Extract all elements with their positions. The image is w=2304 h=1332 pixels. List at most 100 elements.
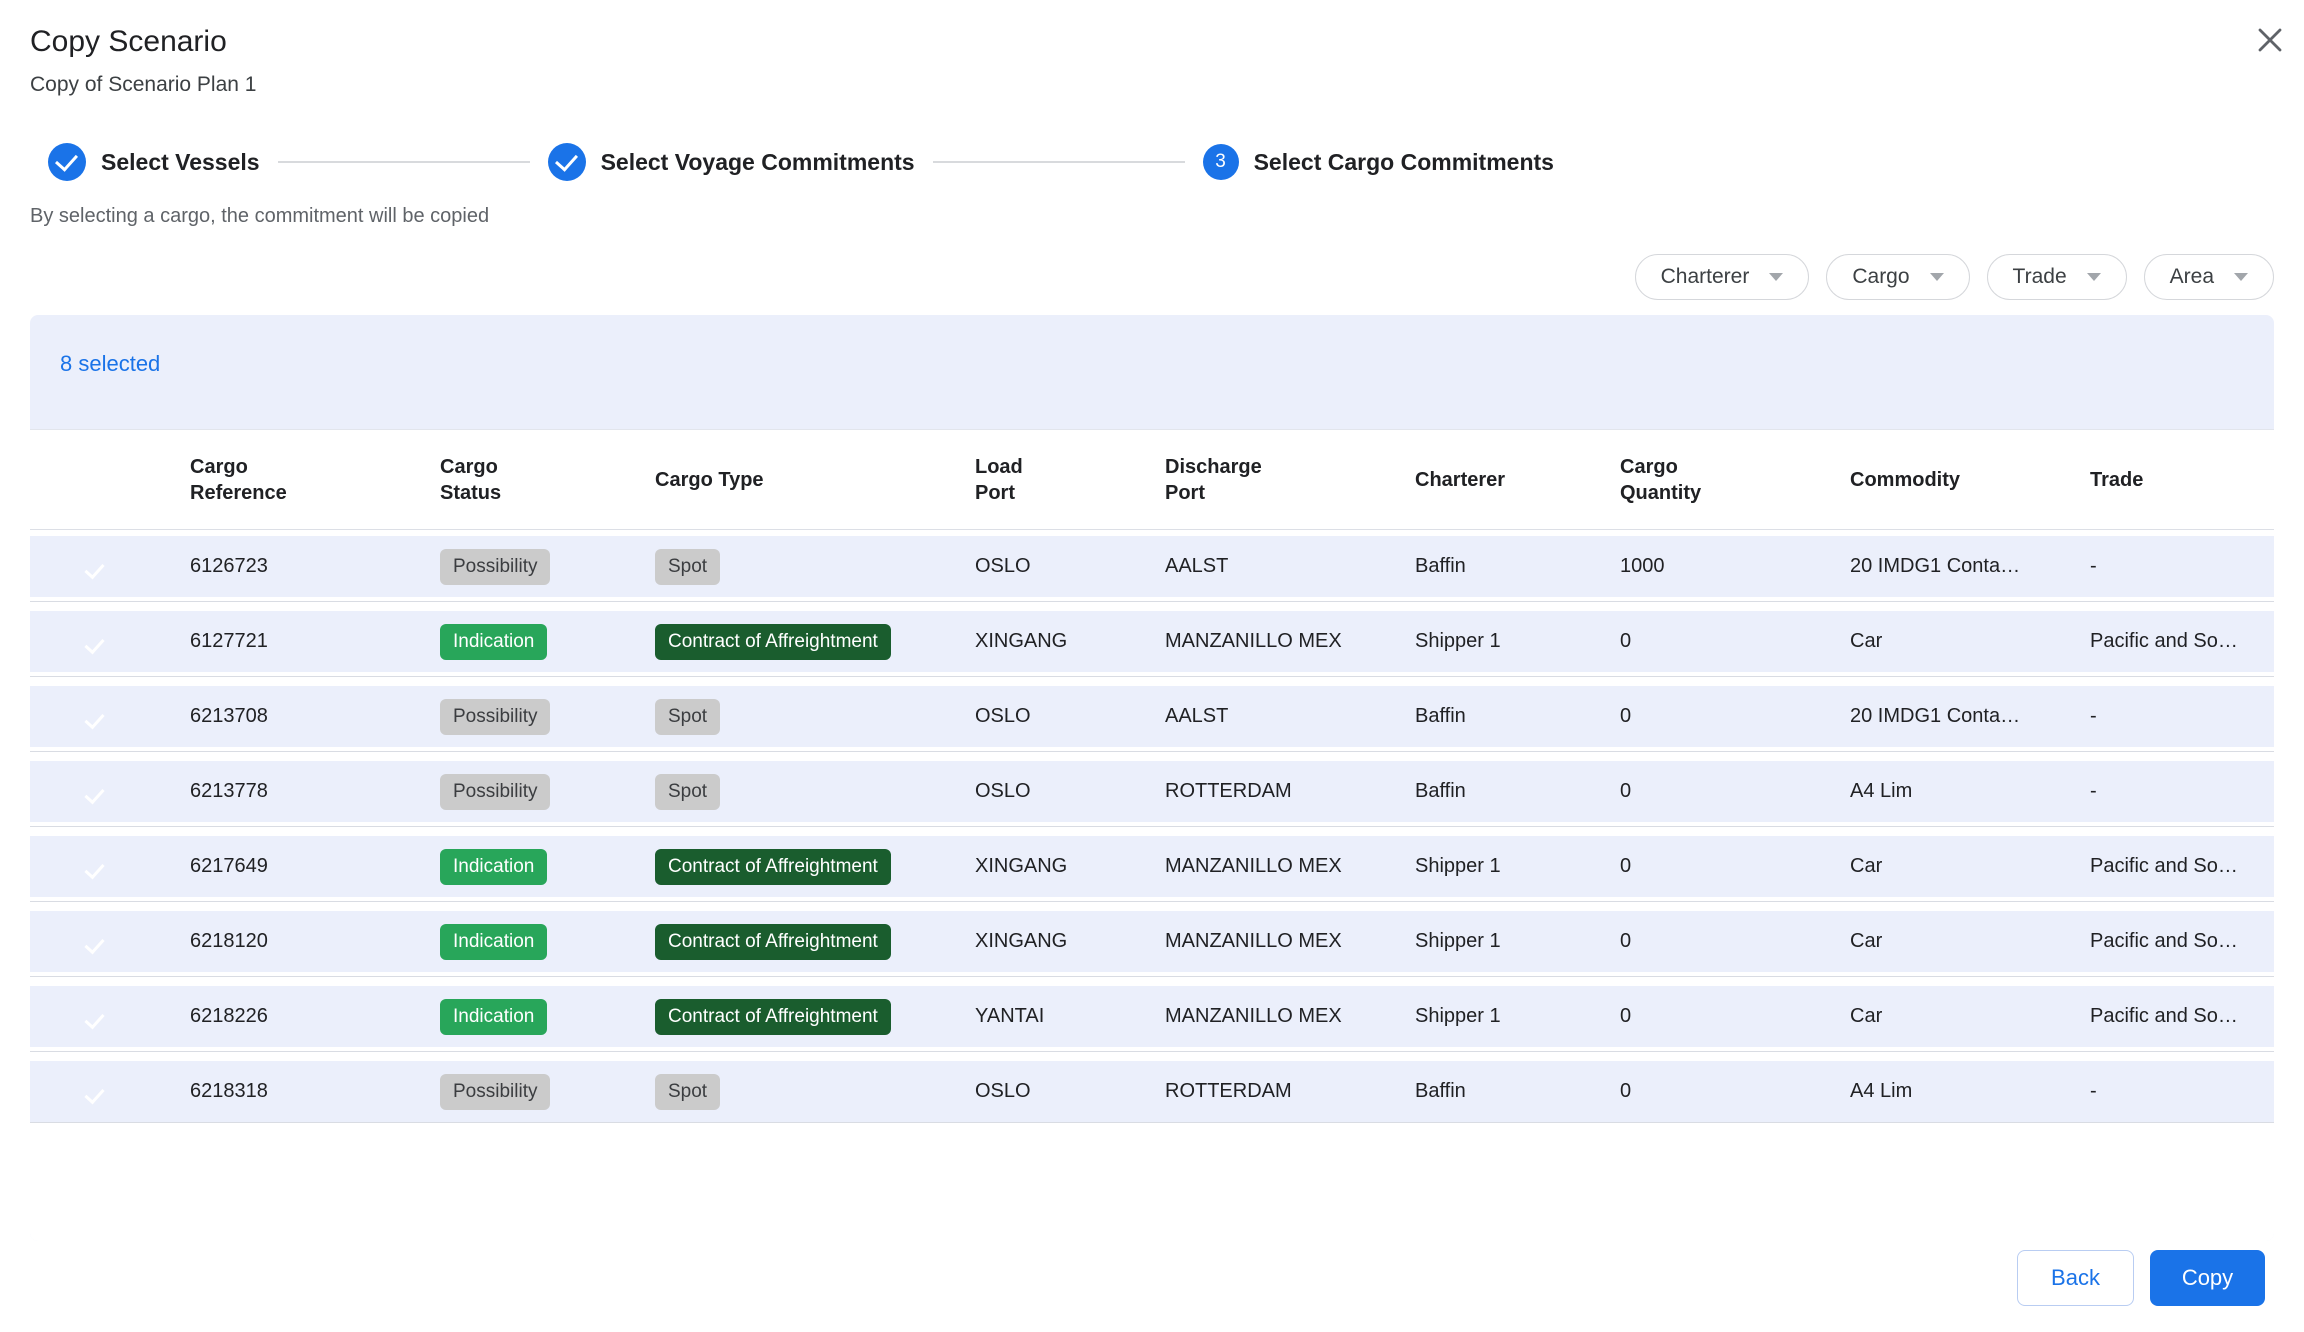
cargo-filter-dropdown[interactable]: Cargo bbox=[1826, 254, 1969, 300]
area-filter-dropdown[interactable]: Area bbox=[2144, 254, 2274, 300]
cargo-quantity-cell: 0 bbox=[1620, 705, 1850, 728]
cargo-reference-cell: 6218120 bbox=[190, 930, 440, 953]
cargo-quantity-cell: 0 bbox=[1620, 930, 1850, 953]
filter-label: Area bbox=[2170, 265, 2214, 289]
filter-bar: Charterer Cargo Trade Area bbox=[0, 254, 2274, 300]
column-header-cargo-status: Cargo Status bbox=[440, 454, 655, 506]
cargo-reference-cell: 6217649 bbox=[190, 855, 440, 878]
load-port-cell: XINGANG bbox=[975, 630, 1165, 653]
cargo-status-chip: Indication bbox=[440, 849, 547, 885]
stepper: Select Vessels Select Voyage Commitments… bbox=[48, 143, 2304, 181]
table-row[interactable]: 6126723 Possibility Spot OSLO AALST Baff… bbox=[30, 536, 2274, 597]
trade-cell: Pacific and So… bbox=[2090, 930, 2274, 953]
charterer-filter-dropdown[interactable]: Charterer bbox=[1635, 254, 1810, 300]
commodity-cell: 20 IMDG1 Conta… bbox=[1850, 705, 2090, 728]
row-separator bbox=[30, 747, 2274, 761]
cargo-type-chip: Spot bbox=[655, 1074, 720, 1110]
column-header-load-port: Load Port bbox=[975, 454, 1165, 506]
cargo-type-chip: Contract of Affreightment bbox=[655, 849, 891, 885]
column-header-discharge-port: Discharge Port bbox=[1165, 454, 1415, 506]
load-port-cell: OSLO bbox=[975, 555, 1165, 578]
trade-filter-dropdown[interactable]: Trade bbox=[1987, 254, 2127, 300]
chevron-down-icon bbox=[1930, 273, 1944, 281]
filter-label: Charterer bbox=[1661, 265, 1750, 289]
step-completed-check-icon bbox=[548, 143, 586, 181]
table-row[interactable]: 6218318 Possibility Spot OSLO ROTTERDAM … bbox=[30, 1061, 2274, 1122]
commodity-cell: Car bbox=[1850, 1005, 2090, 1028]
commodity-cell: A4 Lim bbox=[1850, 780, 2090, 803]
cargo-status-chip: Possibility bbox=[440, 1074, 550, 1110]
trade-cell: - bbox=[2090, 555, 2274, 578]
chevron-down-icon bbox=[2234, 273, 2248, 281]
step-select-cargo-commitments[interactable]: 3 Select Cargo Commitments bbox=[1203, 144, 1554, 180]
discharge-port-cell: AALST bbox=[1165, 705, 1415, 728]
cargo-type-chip: Contract of Affreightment bbox=[655, 624, 891, 660]
cargo-status-chip: Indication bbox=[440, 999, 547, 1035]
charterer-cell: Shipper 1 bbox=[1415, 1005, 1620, 1028]
cargo-status-chip: Indication bbox=[440, 624, 547, 660]
stepper-connector bbox=[933, 161, 1185, 163]
discharge-port-cell: MANZANILLO MEX bbox=[1165, 930, 1415, 953]
back-button[interactable]: Back bbox=[2017, 1250, 2134, 1306]
cargo-status-chip: Possibility bbox=[440, 549, 550, 585]
selection-summary-bar: 8 selected bbox=[30, 315, 2274, 429]
charterer-cell: Baffin bbox=[1415, 1080, 1620, 1103]
cargo-type-chip: Contract of Affreightment bbox=[655, 999, 891, 1035]
discharge-port-cell: ROTTERDAM bbox=[1165, 1080, 1415, 1103]
table-footer-spacer bbox=[30, 1122, 2274, 1241]
cargo-type-chip: Spot bbox=[655, 699, 720, 735]
row-separator bbox=[30, 972, 2274, 986]
step-label: Select Cargo Commitments bbox=[1254, 149, 1554, 176]
table-body: 6126723 Possibility Spot OSLO AALST Baff… bbox=[30, 530, 2274, 1122]
column-header-commodity: Commodity bbox=[1850, 467, 2090, 493]
table-row[interactable]: 6127721 Indication Contract of Affreight… bbox=[30, 611, 2274, 672]
cargo-reference-cell: 6213708 bbox=[190, 705, 440, 728]
discharge-port-cell: MANZANILLO MEX bbox=[1165, 1005, 1415, 1028]
discharge-port-cell: AALST bbox=[1165, 555, 1415, 578]
table-row[interactable]: 6213778 Possibility Spot OSLO ROTTERDAM … bbox=[30, 761, 2274, 822]
discharge-port-cell: MANZANILLO MEX bbox=[1165, 630, 1415, 653]
cargo-quantity-cell: 0 bbox=[1620, 780, 1850, 803]
commodity-cell: Car bbox=[1850, 630, 2090, 653]
step-label: Select Voyage Commitments bbox=[601, 149, 915, 176]
row-separator bbox=[30, 1047, 2274, 1061]
helper-text: By selecting a cargo, the commitment wil… bbox=[30, 205, 2304, 228]
chevron-down-icon bbox=[2087, 273, 2101, 281]
close-icon bbox=[2253, 23, 2287, 57]
commodity-cell: A4 Lim bbox=[1850, 1080, 2090, 1103]
cargo-reference-cell: 6218318 bbox=[190, 1080, 440, 1103]
filter-label: Trade bbox=[2013, 265, 2067, 289]
trade-cell: - bbox=[2090, 705, 2274, 728]
table-row[interactable]: 6218120 Indication Contract of Affreight… bbox=[30, 911, 2274, 972]
load-port-cell: XINGANG bbox=[975, 855, 1165, 878]
cargo-reference-cell: 6126723 bbox=[190, 555, 440, 578]
step-label: Select Vessels bbox=[101, 149, 260, 176]
trade-cell: - bbox=[2090, 780, 2274, 803]
step-select-vessels[interactable]: Select Vessels bbox=[48, 143, 260, 181]
table-row[interactable]: 6218226 Indication Contract of Affreight… bbox=[30, 986, 2274, 1047]
cargo-type-chip: Contract of Affreightment bbox=[655, 924, 891, 960]
load-port-cell: XINGANG bbox=[975, 930, 1165, 953]
charterer-cell: Baffin bbox=[1415, 705, 1620, 728]
filter-label: Cargo bbox=[1852, 265, 1909, 289]
column-header-cargo-quantity: Cargo Quantity bbox=[1620, 454, 1850, 506]
cargo-quantity-cell: 0 bbox=[1620, 855, 1850, 878]
row-separator bbox=[30, 672, 2274, 686]
trade-cell: Pacific and So… bbox=[2090, 630, 2274, 653]
load-port-cell: OSLO bbox=[975, 780, 1165, 803]
cargo-status-chip: Possibility bbox=[440, 699, 550, 735]
load-port-cell: OSLO bbox=[975, 1080, 1165, 1103]
copy-button[interactable]: Copy bbox=[2150, 1250, 2265, 1306]
table-row[interactable]: 6217649 Indication Contract of Affreight… bbox=[30, 836, 2274, 897]
cargo-type-chip: Spot bbox=[655, 774, 720, 810]
table-row[interactable]: 6213708 Possibility Spot OSLO AALST Baff… bbox=[30, 686, 2274, 747]
commodity-cell: Car bbox=[1850, 930, 2090, 953]
page-title: Copy Scenario bbox=[30, 22, 2274, 62]
column-header-charterer: Charterer bbox=[1415, 467, 1620, 493]
close-button[interactable] bbox=[2248, 18, 2292, 62]
commodity-cell: 20 IMDG1 Conta… bbox=[1850, 555, 2090, 578]
charterer-cell: Shipper 1 bbox=[1415, 630, 1620, 653]
page-subtitle: Copy of Scenario Plan 1 bbox=[30, 71, 2274, 99]
row-separator bbox=[30, 897, 2274, 911]
step-select-voyage-commitments[interactable]: Select Voyage Commitments bbox=[548, 143, 915, 181]
